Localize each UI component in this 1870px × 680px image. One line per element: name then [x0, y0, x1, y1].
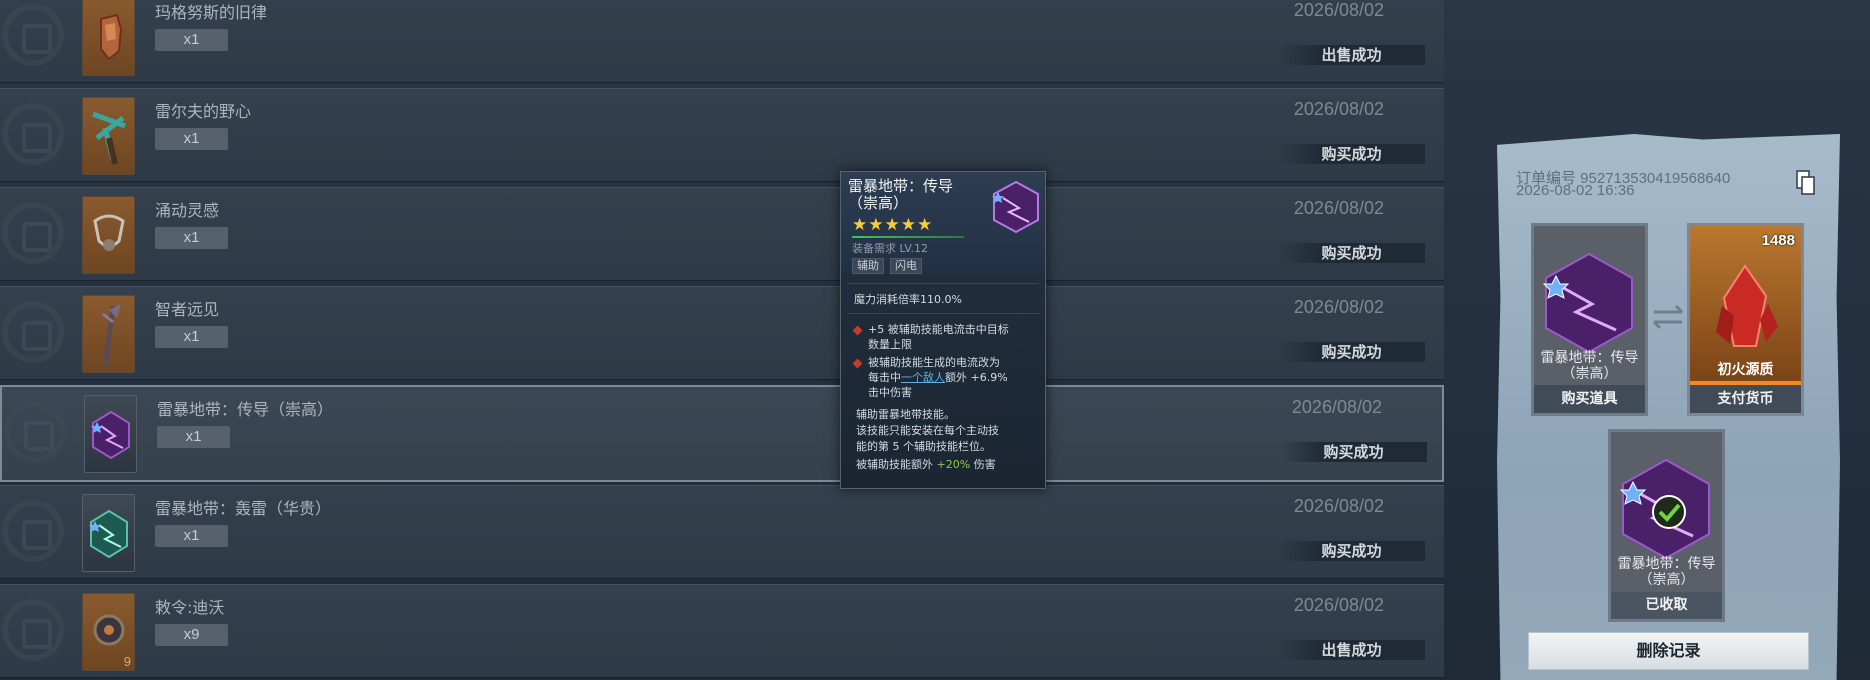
modifier-2-line-2: 每击中一个敌人额外 +6.9%	[868, 370, 1008, 385]
crossbow-icon	[82, 97, 135, 175]
item-name: 敕令:迪沃	[155, 598, 225, 617]
tooltip-title: 雷暴地带：传导（崇高）	[848, 177, 954, 212]
item-name: 涌动灵感	[155, 201, 220, 220]
bought-item-card[interactable]: 雷暴地带：传导（崇高） 购买道具	[1531, 223, 1648, 416]
divider	[847, 283, 1039, 284]
description-line: 辅助雷暴地带技能。	[856, 408, 955, 421]
emblem-icon	[2, 599, 64, 661]
modifier-1-line-1: +5 被辅助技能电流击中目标	[868, 323, 1009, 336]
received-item-card[interactable]: 雷暴地带：传导（崇高） 已收取	[1608, 429, 1725, 622]
quantity-badge: x1	[155, 525, 228, 547]
status-text: 购买成功	[1278, 144, 1425, 164]
transaction-list: 玛格努斯的旧律 x1 2026/08/02 出售成功 雷尔夫的野心 x1 202…	[0, 0, 1444, 680]
date-text: 2026/08/02	[1293, 595, 1384, 615]
tag-support: 辅助	[852, 258, 884, 274]
amulet-icon	[82, 196, 135, 274]
modifier-text: 每击中	[868, 371, 901, 384]
list-item[interactable]: 雷暴地带：传导（崇高） x1 2026/08/02 购买成功	[0, 385, 1444, 482]
copy-icon[interactable]	[1796, 170, 1816, 196]
date-text: 2026/08/02	[1291, 397, 1382, 417]
stack-count: 9	[123, 654, 131, 669]
list-item[interactable]: 智者远见 x1 2026/08/02 购买成功	[0, 286, 1444, 380]
item-name: 智者远见	[155, 300, 220, 319]
staff-icon	[82, 295, 135, 373]
list-item[interactable]: 雷暴地带：轰雷（华贵） x1 2026/08/02 购买成功	[0, 485, 1444, 579]
quantity-badge: x1	[155, 29, 228, 51]
rating-stars: ★★★★★	[852, 215, 934, 235]
description-line: 该技能只能安装在每个主动技	[856, 424, 999, 437]
bought-item-name: 雷暴地带：传导（崇高）	[1540, 350, 1639, 382]
currency-label: 支付货币	[1690, 385, 1801, 413]
status-text: 购买成功	[1278, 342, 1425, 362]
requirement-text: 装备需求 LV.12	[852, 242, 929, 255]
received-item-name: 雷暴地带：传导（崇高）	[1617, 556, 1716, 588]
emblem-icon	[2, 301, 64, 363]
list-item[interactable]: 涌动灵感 x1 2026/08/02 购买成功	[0, 187, 1444, 281]
item-name: 玛格努斯的旧律	[155, 3, 268, 22]
bonus-value: +20%	[936, 458, 971, 471]
status-text: 购买成功	[1278, 243, 1425, 263]
date-text: 2026/08/02	[1293, 297, 1384, 317]
bonus-text: 被辅助技能额外	[856, 458, 937, 471]
received-label: 已收取	[1645, 597, 1688, 613]
tag-lightning: 闪电	[890, 258, 922, 274]
status-text: 出售成功	[1278, 45, 1425, 65]
currency-name: 初火源质	[1717, 362, 1774, 378]
item-name: 雷暴地带：传导（崇高）	[157, 400, 334, 419]
item-name: 雷尔夫的野心	[155, 102, 252, 121]
keyword-link[interactable]: 一个敌人	[901, 371, 945, 384]
gauntlet-icon	[82, 0, 135, 76]
list-item[interactable]: 雷尔夫的野心 x1 2026/08/02 购买成功	[0, 88, 1444, 182]
bought-item-label: 购买道具	[1534, 385, 1645, 413]
date-text: 2026/08/02	[1293, 99, 1384, 119]
purple-gem-icon	[992, 180, 1039, 234]
emblem-icon	[2, 202, 64, 264]
currency-card[interactable]: 1488 初火源质 支付货币	[1687, 223, 1804, 416]
green-gem-icon	[82, 494, 135, 572]
purple-gem-icon	[84, 395, 137, 473]
divider	[847, 313, 1039, 314]
bullet-icon	[852, 325, 863, 336]
modifier-1-line-2: 数量上限	[868, 338, 912, 351]
bullet-icon	[852, 358, 863, 369]
modifier-2-line-3: 击中伤害	[868, 386, 912, 399]
emblem-icon	[4, 401, 66, 463]
mana-text: 魔力消耗倍率110.0%	[854, 293, 962, 306]
modifier-text: 额外 +6.9%	[945, 371, 1008, 384]
emblem-icon	[2, 103, 64, 165]
date-text: 2026/08/02	[1293, 496, 1384, 516]
item-name: 雷暴地带：轰雷（华贵）	[155, 499, 332, 518]
currency-amount: 1488	[1761, 232, 1795, 249]
exchange-arrows-icon	[1652, 304, 1684, 330]
quantity-badge: x1	[157, 426, 230, 448]
list-item[interactable]: 9 敕令:迪沃 x9 2026/08/02 出售成功	[0, 584, 1444, 678]
list-item[interactable]: 玛格努斯的旧律 x1 2026/08/02 出售成功	[0, 0, 1444, 83]
date-text: 2026/08/02	[1293, 0, 1384, 20]
bonus-text: 伤害	[970, 458, 996, 471]
status-text: 购买成功	[1280, 442, 1427, 462]
emblem-icon	[2, 500, 64, 562]
emblem-icon	[2, 4, 64, 66]
delete-record-button[interactable]: 删除记录	[1528, 632, 1809, 670]
order-date: 2026-08-02 16:36	[1516, 182, 1635, 199]
modifier-2-line-1: 被辅助技能生成的电流改为	[868, 356, 1000, 369]
tooltip-divider	[852, 236, 964, 238]
quantity-badge: x1	[155, 326, 228, 348]
quantity-badge: x1	[155, 128, 228, 150]
status-text: 出售成功	[1278, 640, 1425, 660]
item-tooltip: 雷暴地带：传导（崇高） ★★★★★ 装备需求 LV.12 辅助 闪电 魔力消耗倍…	[840, 171, 1046, 489]
status-text: 购买成功	[1278, 541, 1425, 561]
decree-icon: 9	[82, 593, 135, 671]
bonus-line: 被辅助技能额外 +20% 伤害	[856, 457, 996, 472]
quantity-badge: x1	[155, 227, 228, 249]
date-text: 2026/08/02	[1293, 198, 1384, 218]
quantity-badge: x9	[155, 624, 228, 646]
description-line: 能的第 5 个辅助技能栏位。	[856, 440, 991, 453]
